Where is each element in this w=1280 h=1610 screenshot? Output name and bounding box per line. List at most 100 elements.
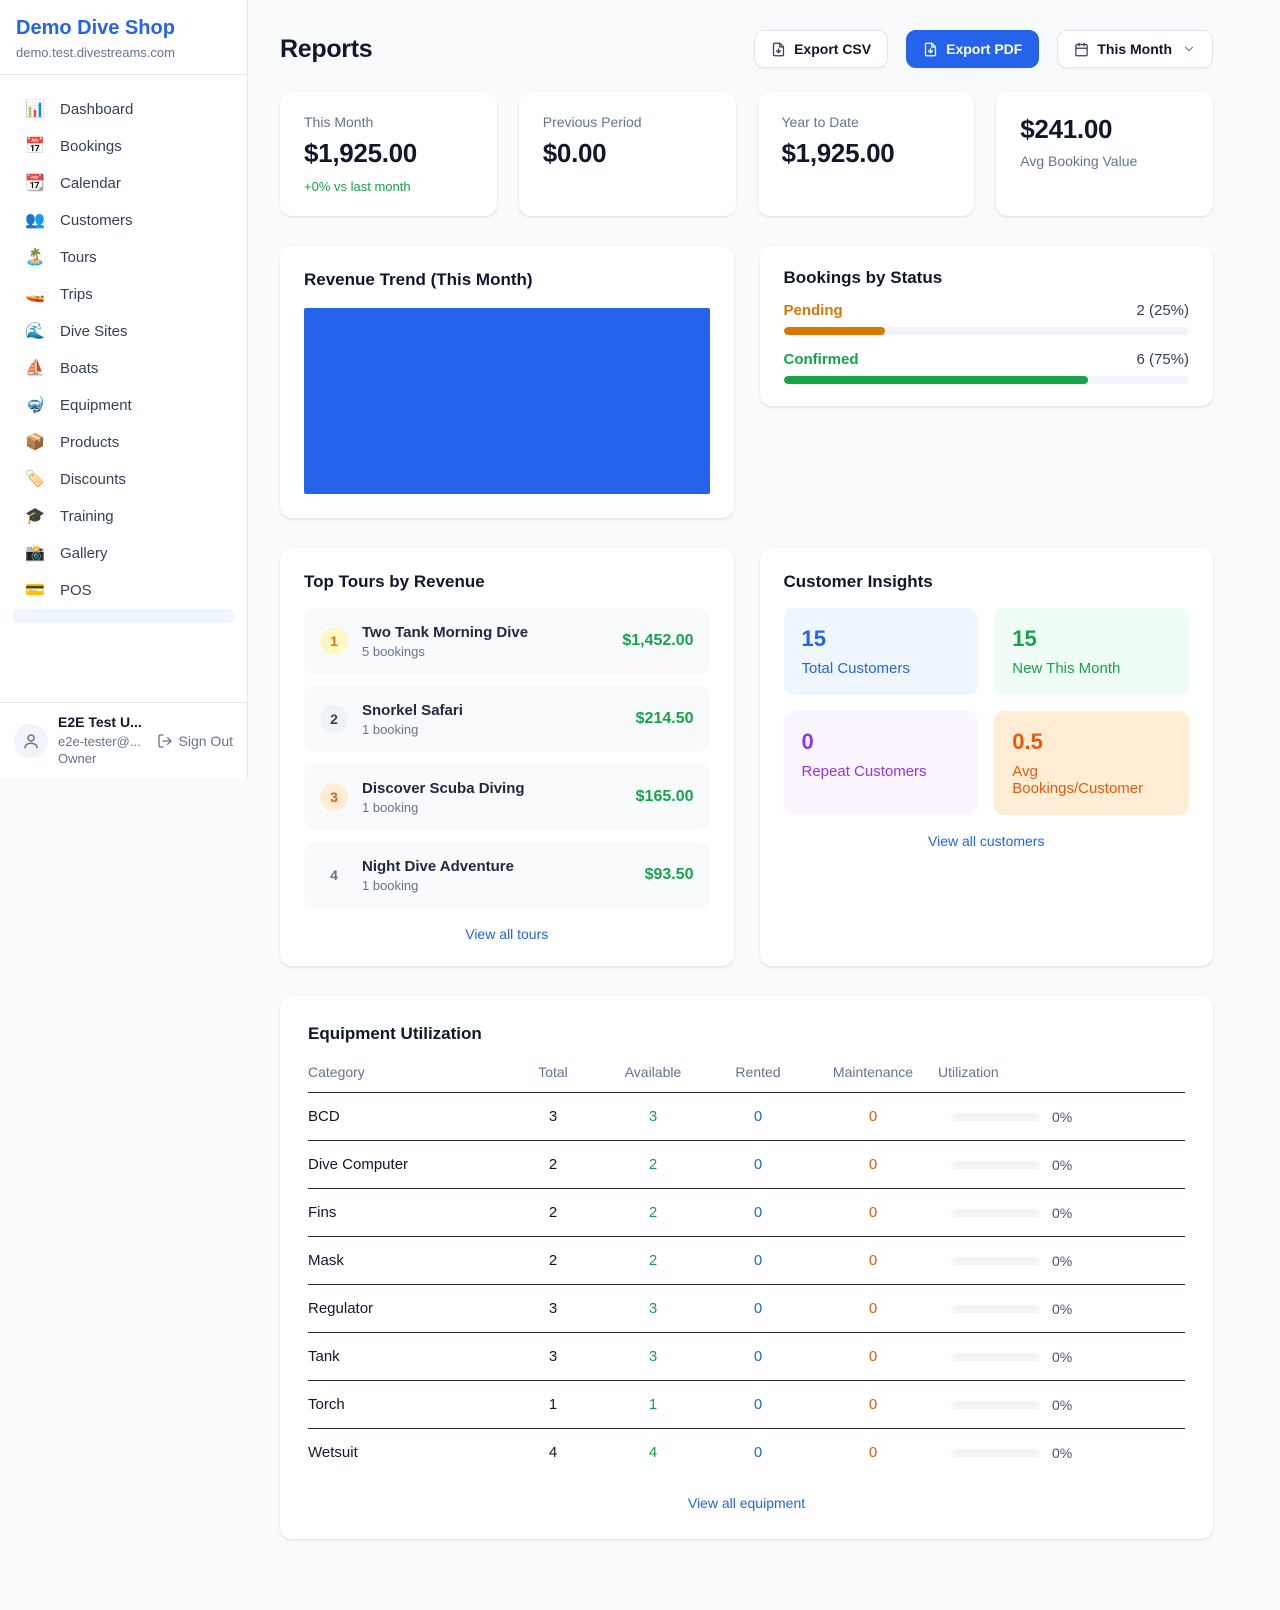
equipment-available: 3: [598, 1093, 708, 1141]
products-icon: 📦: [24, 435, 46, 451]
utilization-bar-track: [952, 1209, 1040, 1217]
status-bar-track: [784, 376, 1190, 384]
sidebar-item-dashboard[interactable]: 📊 Dashboard: [12, 91, 235, 128]
tour-amount: $165.00: [636, 788, 694, 806]
person-icon: [22, 732, 40, 750]
tour-list-item: 4 Night Dive Adventure 1 booking $93.50: [304, 842, 710, 908]
sidebar-item-products[interactable]: 📦 Products: [12, 424, 235, 461]
insight-grid: 15 Total Customers 15 New This Month 0 R…: [784, 608, 1190, 815]
period-dropdown[interactable]: This Month: [1057, 30, 1213, 68]
equipment-category: Dive Computer: [308, 1141, 508, 1189]
brand-domain: demo.test.divestreams.com: [16, 45, 231, 60]
equipment-utilization-title: Equipment Utilization: [308, 1024, 1185, 1044]
equipment-available: 2: [598, 1189, 708, 1237]
equipment-total: 3: [508, 1285, 598, 1333]
insight-tile: 15 New This Month: [994, 608, 1189, 695]
equipment-rented: 0: [708, 1429, 808, 1477]
sidebar-item-label: Customers: [60, 212, 133, 229]
sidebar-item-tours[interactable]: 🏝️ Tours: [12, 239, 235, 276]
page-header: Reports Export CSV Export PDF This Month: [280, 30, 1213, 68]
equipment-category: Torch: [308, 1381, 508, 1429]
equipment-rented: 0: [708, 1333, 808, 1381]
equipment-table-row: BCD 3 3 0 0 0%: [308, 1093, 1185, 1141]
status-bar-fill: [784, 376, 1088, 384]
sidebar-item-dive-sites[interactable]: 🌊 Dive Sites: [12, 313, 235, 350]
utilization-bar-track: [952, 1401, 1040, 1409]
bookings-icon: 📅: [24, 139, 46, 155]
export-csv-label: Export CSV: [794, 41, 871, 57]
insight-label: Total Customers: [802, 660, 961, 677]
sign-out-button[interactable]: Sign Out: [157, 733, 233, 749]
stat-label: This Month: [304, 114, 473, 130]
equipment-rented: 0: [708, 1141, 808, 1189]
utilization-bar-track: [952, 1305, 1040, 1313]
equipment-maintenance: 0: [808, 1189, 938, 1237]
insights-row: Top Tours by Revenue 1 Two Tank Morning …: [280, 548, 1213, 966]
brand: Demo Dive Shop demo.test.divestreams.com: [0, 0, 247, 75]
sidebar-item-label: Training: [60, 508, 114, 525]
status-label: Confirmed: [784, 351, 859, 368]
sidebar-item-bookings[interactable]: 📅 Bookings: [12, 128, 235, 165]
stat-label: Previous Period: [543, 114, 712, 130]
sidebar-item-label: Gallery: [60, 545, 108, 562]
stat-label: Avg Booking Value: [1020, 153, 1189, 169]
sidebar-item-label: Calendar: [60, 175, 121, 192]
insight-tile: 0 Repeat Customers: [784, 711, 979, 815]
customer-insights-title: Customer Insights: [784, 572, 1190, 592]
sidebar-item-calendar[interactable]: 📆 Calendar: [12, 165, 235, 202]
sidebar-item-boats[interactable]: ⛵ Boats: [12, 350, 235, 387]
file-download-icon: [771, 42, 786, 57]
equipment-category: Fins: [308, 1189, 508, 1237]
sidebar-item-discounts[interactable]: 🏷️ Discounts: [12, 461, 235, 498]
stat-value: $0.00: [543, 138, 712, 169]
stat-card: Avg Booking Value $241.00: [996, 92, 1213, 216]
view-all-equipment-link[interactable]: View all equipment: [688, 1495, 805, 1511]
equipment-table-row: Regulator 3 3 0 0 0%: [308, 1285, 1185, 1333]
equipment-maintenance: 0: [808, 1285, 938, 1333]
equipment-category: Mask: [308, 1237, 508, 1285]
export-csv-button[interactable]: Export CSV: [754, 30, 888, 68]
equipment-available: 4: [598, 1429, 708, 1477]
status-count: 6 (75%): [1136, 351, 1189, 368]
gallery-icon: 📸: [24, 546, 46, 562]
sidebar-item-trips[interactable]: 🚤 Trips: [12, 276, 235, 313]
sidebar-item-equipment[interactable]: 🤿 Equipment: [12, 387, 235, 424]
equipment-table: CategoryTotalAvailableRentedMaintenanceU…: [308, 1064, 1185, 1477]
equipment-icon: 🤿: [24, 398, 46, 414]
column-header-utilization: Utilization: [938, 1064, 1185, 1093]
export-pdf-button[interactable]: Export PDF: [906, 30, 1039, 68]
status-label: Pending: [784, 302, 843, 319]
main-content: Reports Export CSV Export PDF This Month…: [280, 0, 1213, 1539]
view-all-tours-link[interactable]: View all tours: [465, 926, 548, 942]
customers-icon: 👥: [24, 213, 46, 229]
utilization-percent: 0%: [1052, 1205, 1072, 1221]
utilization-percent: 0%: [1052, 1301, 1072, 1317]
tour-bookings: 1 booking: [362, 878, 514, 893]
view-all-customers-link[interactable]: View all customers: [928, 833, 1044, 849]
column-header-maintenance: Maintenance: [808, 1064, 938, 1093]
header-actions: Export CSV Export PDF This Month: [754, 30, 1213, 68]
insight-label: New This Month: [1012, 660, 1171, 677]
equipment-rented: 0: [708, 1189, 808, 1237]
utilization-percent: 0%: [1052, 1349, 1072, 1365]
sidebar-item-pos[interactable]: 💳 POS: [12, 572, 235, 609]
sidebar-item-training[interactable]: 🎓 Training: [12, 498, 235, 535]
sidebar-item-customers[interactable]: 👥 Customers: [12, 202, 235, 239]
sidebar-item-label: Discounts: [60, 471, 126, 488]
calendar-icon: 📆: [24, 176, 46, 192]
utilization-percent: 0%: [1052, 1157, 1072, 1173]
stat-sub: +0% vs last month: [304, 179, 473, 194]
page-title: Reports: [280, 35, 372, 64]
sidebar-item-label: Products: [60, 434, 119, 451]
tour-amount: $93.50: [645, 866, 694, 884]
equipment-maintenance: 0: [808, 1333, 938, 1381]
column-header-rented: Rented: [708, 1064, 808, 1093]
sidebar-item-active-partial[interactable]: [12, 609, 235, 623]
stat-value: $241.00: [1020, 114, 1189, 145]
sidebar-item-gallery[interactable]: 📸 Gallery: [12, 535, 235, 572]
bookings-by-status-title: Bookings by Status: [784, 268, 1190, 288]
status-list: Pending 2 (25%) Confirmed 6 (75%): [784, 302, 1190, 384]
equipment-available: 3: [598, 1285, 708, 1333]
top-tours-title: Top Tours by Revenue: [304, 572, 710, 592]
user-role: Owner: [58, 751, 142, 767]
